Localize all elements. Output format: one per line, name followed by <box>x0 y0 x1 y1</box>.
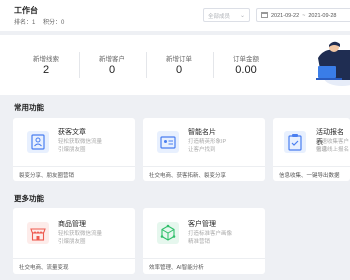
stats-panel: 新增线索 2 新增客户 0 新增订单 0 订单金额 0.00 <box>0 35 350 95</box>
card-divider <box>273 166 350 167</box>
stat-label: 新增订单 <box>166 56 192 63</box>
card-divider <box>143 258 265 259</box>
section-title-more: 更多功能 <box>14 194 44 203</box>
card-tags: 效率管理、AI智能分析 <box>149 265 204 271</box>
card-product-management[interactable]: 商品管理 轻松获取微信流量 引爆朋友圈 社交电商、流量变现 <box>13 208 135 274</box>
member-select[interactable]: 全部成员 ⌄ <box>203 8 250 22</box>
card-name: 客户管理 <box>188 221 216 228</box>
header-bar: 工作台 排名：1 积分：0 全部成员 ⌄ 2021-09-22 ~2021-09-… <box>0 0 350 31</box>
workbench-page: 工作台 排名：1 积分：0 全部成员 ⌄ 2021-09-22 ~2021-09-… <box>0 0 350 280</box>
rank-text: 排名：1 <box>14 20 36 26</box>
points-text: 积分：0 <box>43 20 65 26</box>
card-desc-2: 精准营销 <box>188 239 211 245</box>
card-tags: 社交电商、获客拓新、裂变分享 <box>149 173 227 179</box>
stat-label: 订单金额 <box>233 56 259 63</box>
card-divider <box>13 258 135 259</box>
card-desc-1: 打造精英形象IP <box>188 139 227 145</box>
date-range-picker[interactable]: 2021-09-22 ~2021-09-28 <box>256 8 350 22</box>
section-title-common: 常用功能 <box>14 103 44 112</box>
stat-new-customers[interactable]: 新增客户 0 <box>79 35 145 95</box>
stat-value: 0 <box>108 64 116 76</box>
card-tags: 社交电商、流量变现 <box>19 265 69 271</box>
date-end: 2021-09-28 <box>308 13 337 19</box>
card-signup-form[interactable]: 活动报名表 快速收集客户信息 实现线上报名 信息收集、一键导出数据 <box>273 118 350 181</box>
card-name: 智能名片 <box>188 129 216 136</box>
card-business-card[interactable]: 智能名片 打造精英形象IP 让客户找到 社交电商、获客拓新、裂变分享 <box>143 118 265 181</box>
stat-value: 0 <box>175 64 183 76</box>
card-desc-2: 引爆朋友圈 <box>58 239 86 245</box>
card-desc-2: 实现线上报名 <box>316 147 350 153</box>
card-name: 商品管理 <box>58 221 86 228</box>
stat-new-leads[interactable]: 新增线索 2 <box>13 35 79 95</box>
business-card-icon <box>157 131 179 153</box>
chevron-down-icon: ⌄ <box>239 13 245 19</box>
card-name: 获客文章 <box>58 129 86 136</box>
card-tags: 信息收集、一键导出数据 <box>279 173 340 179</box>
date-start: 2021-09-22 <box>271 13 300 19</box>
card-desc-2: 引爆朋友圈 <box>58 147 86 153</box>
article-icon <box>27 131 49 153</box>
card-divider <box>143 166 265 167</box>
member-select-placeholder: 全部成员 <box>208 14 231 20</box>
card-desc-2: 让客户找到 <box>188 147 216 153</box>
card-desc-1: 打造标准客户画像 <box>188 231 233 237</box>
stat-value: 2 <box>42 64 50 76</box>
card-divider <box>13 166 135 167</box>
person-laptop-illustration <box>316 41 350 86</box>
network-cube-icon <box>157 222 179 244</box>
calendar-icon <box>261 12 268 18</box>
card-article[interactable]: 获客文章 轻松获取微信流量 引爆朋友圈 裂变分享、朋友圈营销 <box>13 118 135 181</box>
shop-icon <box>27 222 49 244</box>
card-desc-1: 轻松获取微信流量 <box>58 139 103 145</box>
card-tags: 裂变分享、朋友圈营销 <box>19 173 75 179</box>
card-desc-1: 轻松获取微信流量 <box>58 231 103 237</box>
user-meta: 排名：1 积分：0 <box>14 17 70 26</box>
stat-label: 新增线索 <box>33 56 59 63</box>
stat-value: 0.00 <box>235 64 257 76</box>
clipboard-icon <box>284 131 306 153</box>
card-customer-management[interactable]: 客户管理 打造标准客户画像 精准营销 效率管理、AI智能分析 <box>143 208 265 274</box>
stat-order-amount[interactable]: 订单金额 0.00 <box>213 35 279 95</box>
stat-label: 新增客户 <box>99 56 125 63</box>
page-title: 工作台 <box>14 6 38 15</box>
date-separator: ~ <box>302 13 306 19</box>
stat-new-orders[interactable]: 新增订单 0 <box>146 35 212 95</box>
